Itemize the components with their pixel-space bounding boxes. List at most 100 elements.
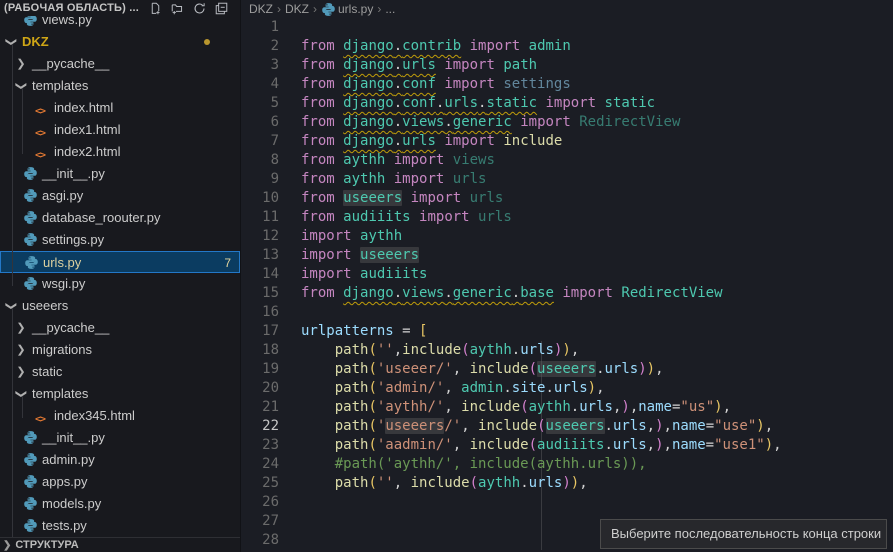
tree-item-label: templates [32,383,88,405]
explorer-sidebar: views.py❯DKZ❯__pycache__❯templates<>inde… [0,0,240,552]
line-number: 20 [245,379,279,398]
code-text: from django.urls import path [301,56,537,75]
tree-file--init-py[interactable]: __init__.py [0,163,240,185]
chevron-down-icon[interactable]: ❯ [10,389,32,399]
chevron-right-icon[interactable]: ❯ [16,317,26,339]
line-number: 17 [245,322,279,341]
code-text: #path('aythh/', include(aythh.urls)), [301,455,647,474]
line-number: 15 [245,284,279,303]
code-line-25[interactable]: 25 path('', include(aythh.urls)), [241,474,893,493]
editor-pane[interactable]: DKZ›DKZ›urls.py›... 12from django.contri… [240,0,893,552]
chevron-right-icon[interactable]: ❯ [16,339,26,361]
code-line-22[interactable]: 22 path('useeers/', include(useeers.urls… [241,417,893,436]
tree-file-index2-html[interactable]: <>index2.html [0,141,240,163]
tree-item-label: __init__.py [42,163,105,185]
code-line-15[interactable]: 15from django.views.generic.base import … [241,284,893,303]
eol-sequence-tooltip: Выберите последовательность конца строки [600,519,887,549]
code-line-12[interactable]: 12import aythh [241,227,893,246]
tree-folder-migrations[interactable]: ❯migrations [0,339,240,361]
code-line-16[interactable]: 16 [241,303,893,322]
tree-folder-templates[interactable]: ❯templates [0,75,240,97]
breadcrumb-separator-icon: › [377,2,381,16]
code-text: from aythh import urls [301,170,486,189]
tree-file-apps-py[interactable]: apps.py [0,471,240,493]
code-text: path('admin/', admin.site.urls), [301,379,605,398]
code-line-4[interactable]: 4from django.conf import settings [241,75,893,94]
line-number: 9 [245,170,279,189]
chevron-right-icon[interactable]: ❯ [16,53,26,75]
tree-item-label: wsgi.py [42,273,85,295]
tree-folder-templates[interactable]: ❯templates [0,383,240,405]
explorer-section-header[interactable]: (РАБОЧАЯ ОБЛАСТЬ) ... [0,0,240,16]
collapse-all-icon[interactable] [215,2,228,15]
code-line-9[interactable]: 9 from aythh import urls [241,170,893,189]
line-number: 24 [245,455,279,474]
tree-folder-useeers[interactable]: ❯useeers [0,295,240,317]
code-text: path('', include(aythh.urls)), [301,474,588,493]
code-line-13[interactable]: 13import useeers [241,246,893,265]
line-number: 2 [245,37,279,56]
breadcrumb-item[interactable]: ... [385,2,395,16]
tree-item-label: settings.py [42,229,104,251]
tree-file-index1-html[interactable]: <>index1.html [0,119,240,141]
code-line-14[interactable]: 14import audiiits [241,265,893,284]
tree-file-admin-py[interactable]: admin.py [0,449,240,471]
file-tree: views.py❯DKZ❯__pycache__❯templates<>inde… [0,9,240,537]
code-text: path('aythh/', include(aythh.urls,),name… [301,398,731,417]
tree-folder-static[interactable]: ❯static [0,361,240,383]
tree-item-label: apps.py [42,471,88,493]
tree-file-wsgi-py[interactable]: wsgi.py [0,273,240,295]
tree-file-index-html[interactable]: <>index.html [0,97,240,119]
html-file-icon: <> [35,409,50,424]
line-number: 7 [245,132,279,151]
tree-file-asgi-py[interactable]: asgi.py [0,185,240,207]
python-file-icon [23,232,38,247]
new-folder-icon[interactable] [171,2,184,15]
line-number: 4 [245,75,279,94]
chevron-down-icon[interactable]: ❯ [0,37,22,47]
code-line-7[interactable]: 7from django.urls import include [241,132,893,151]
code-line-6[interactable]: 6from django.views.generic import Redire… [241,113,893,132]
tree-file-tests-py[interactable]: tests.py [0,515,240,537]
chevron-down-icon[interactable]: ❯ [0,301,22,311]
code-line-11[interactable]: 11from audiiits import urls [241,208,893,227]
chevron-right-icon[interactable]: ❯ [16,361,26,383]
code-line-21[interactable]: 21 path('aythh/', include(aythh.urls,),n… [241,398,893,417]
code-line-23[interactable]: 23 path('aadmin/', include(audiiits.urls… [241,436,893,455]
code-line-2[interactable]: 2from django.contrib import admin [241,37,893,56]
refresh-icon[interactable] [193,2,206,15]
python-file-icon [321,2,334,15]
code-line-18[interactable]: 18 path('',include(aythh.urls)), [241,341,893,360]
outline-section-header[interactable]: ❯СТРУКТУРА [0,537,240,552]
code-text: from audiiits import urls [301,208,512,227]
code-line-8[interactable]: 8from aythh import views [241,151,893,170]
code-line-26[interactable]: 26 [241,493,893,512]
code-line-17[interactable]: 17urlpatterns = [ [241,322,893,341]
tree-file-urls-py[interactable]: urls.py7 [0,251,240,273]
tree-folder--pycache-[interactable]: ❯__pycache__ [0,53,240,75]
tree-folder-dkz[interactable]: ❯DKZ [0,31,240,53]
code-line-24[interactable]: 24 #path('aythh/', include(aythh.urls)), [241,455,893,474]
breadcrumb[interactable]: DKZ›DKZ›urls.py›... [249,0,395,17]
tree-file-settings-py[interactable]: settings.py [0,229,240,251]
chevron-down-icon[interactable]: ❯ [10,81,32,91]
code-line-1[interactable]: 1 [241,18,893,37]
tree-folder--pycache-[interactable]: ❯__pycache__ [0,317,240,339]
code-line-5[interactable]: 5from django.conf.urls.static import sta… [241,94,893,113]
tree-file-models-py[interactable]: models.py [0,493,240,515]
tree-file-database-roouter-py[interactable]: database_roouter.py [0,207,240,229]
code-line-19[interactable]: 19 path('useeer/', include(useeers.urls)… [241,360,893,379]
line-number: 19 [245,360,279,379]
new-file-icon[interactable] [149,2,162,15]
code-line-3[interactable]: 3from django.urls import path [241,56,893,75]
code-line-10[interactable]: 10from useeers import urls [241,189,893,208]
tree-file-index345-html[interactable]: <>index345.html [0,405,240,427]
breadcrumb-item[interactable]: DKZ [285,2,309,16]
code-line-20[interactable]: 20 path('admin/', admin.site.urls), [241,379,893,398]
code-text: from django.views.generic import Redirec… [301,113,680,132]
tree-item-label: database_roouter.py [42,207,161,229]
tree-file--init-py[interactable]: __init__.py [0,427,240,449]
code-text: from aythh import views [301,151,495,170]
breadcrumb-item[interactable]: urls.py [338,2,373,16]
breadcrumb-item[interactable]: DKZ [249,2,273,16]
